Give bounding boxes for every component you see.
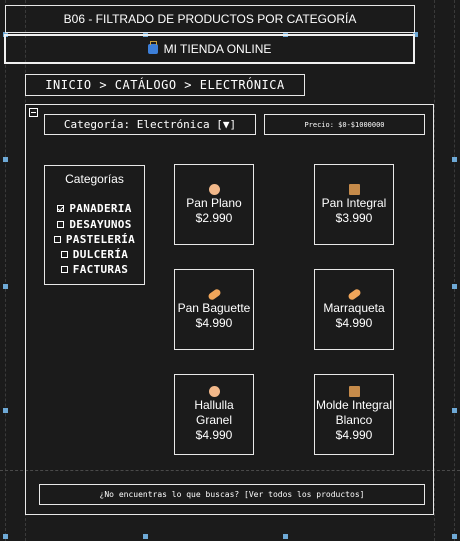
layout-guide <box>454 0 455 541</box>
product-card[interactable]: Marraqueta $4.990 <box>314 269 394 350</box>
price-filter[interactable]: Precio: $0-$1000000 <box>264 114 425 135</box>
resize-handle <box>143 534 148 539</box>
baguette-icon <box>346 287 362 301</box>
category-label: PASTELERÍA <box>65 233 136 246</box>
resize-handle <box>452 408 457 413</box>
baguette-icon <box>206 287 222 301</box>
resize-handle <box>3 534 8 539</box>
category-list: Categorías PANADERIA DESAYUNOS PASTELERÍ… <box>44 165 145 285</box>
view-all-products-link[interactable]: ¿No encuentras lo que buscas? [Ver todos… <box>39 484 425 505</box>
checkbox-icon[interactable] <box>53 236 61 243</box>
store-header: MI TIENDA ONLINE <box>4 34 415 64</box>
product-price: $4.990 <box>195 315 233 330</box>
product-card[interactable]: Pan Plano $2.990 <box>174 164 254 245</box>
category-item[interactable]: FACTURAS <box>45 263 144 276</box>
resize-handle <box>3 284 8 289</box>
product-name: Pan Integral <box>321 195 387 210</box>
window-title: B06 - FILTRADO DE PRODUCTOS POR CATEGORÍ… <box>5 5 415 33</box>
shopping-bags-icon <box>147 41 158 54</box>
checkbox-icon[interactable] <box>60 251 68 258</box>
category-dropdown[interactable]: Categoría: Electrónica [▼] <box>44 114 256 135</box>
product-price: $3.990 <box>335 210 373 225</box>
flatbread-icon <box>208 386 220 397</box>
package-icon <box>348 183 360 195</box>
package-icon <box>348 386 360 397</box>
product-name: Molde Integral Blanco <box>315 398 393 427</box>
breadcrumb[interactable]: INICIO > CATÁLOGO > ELECTRÓNICA <box>25 74 305 96</box>
category-item[interactable]: DULCERÍA <box>45 248 144 261</box>
layout-guide <box>5 0 6 541</box>
resize-handle <box>452 534 457 539</box>
category-label: DESAYUNOS <box>69 218 132 231</box>
product-name: Pan Baguette <box>177 300 251 315</box>
product-name: Hallulla Granel <box>194 398 234 427</box>
resize-handle <box>3 408 8 413</box>
store-name: MI TIENDA ONLINE <box>163 42 272 56</box>
product-name: Pan Plano <box>186 195 242 210</box>
checkbox-icon[interactable] <box>60 266 68 273</box>
collapse-icon[interactable] <box>29 108 38 117</box>
category-item[interactable]: DESAYUNOS <box>45 218 144 231</box>
category-item[interactable]: PASTELERÍA <box>45 233 144 246</box>
resize-handle <box>452 157 457 162</box>
category-label: FACTURAS <box>72 263 129 276</box>
product-card[interactable]: Pan Integral $3.990 <box>314 164 394 245</box>
category-item[interactable]: PANADERIA <box>45 202 144 215</box>
product-card[interactable]: Pan Baguette $4.990 <box>174 269 254 350</box>
category-list-title: Categorías <box>65 172 124 186</box>
product-name: Marraqueta <box>323 300 385 315</box>
category-label: DULCERÍA <box>72 248 129 261</box>
checkbox-checked-icon[interactable] <box>57 205 65 212</box>
layout-guide <box>434 0 435 541</box>
category-label: PANADERIA <box>69 202 132 215</box>
product-card[interactable]: Molde Integral Blanco $4.990 <box>314 374 394 455</box>
resize-handle <box>452 284 457 289</box>
product-price: $4.990 <box>195 428 233 442</box>
product-price: $4.990 <box>335 315 373 330</box>
product-card[interactable]: Hallulla Granel $4.990 <box>174 374 254 455</box>
checkbox-icon[interactable] <box>57 221 65 228</box>
product-price: $4.990 <box>335 428 373 442</box>
resize-handle <box>3 157 8 162</box>
product-price: $2.990 <box>195 210 233 225</box>
flatbread-icon <box>208 183 220 195</box>
resize-handle <box>283 534 288 539</box>
